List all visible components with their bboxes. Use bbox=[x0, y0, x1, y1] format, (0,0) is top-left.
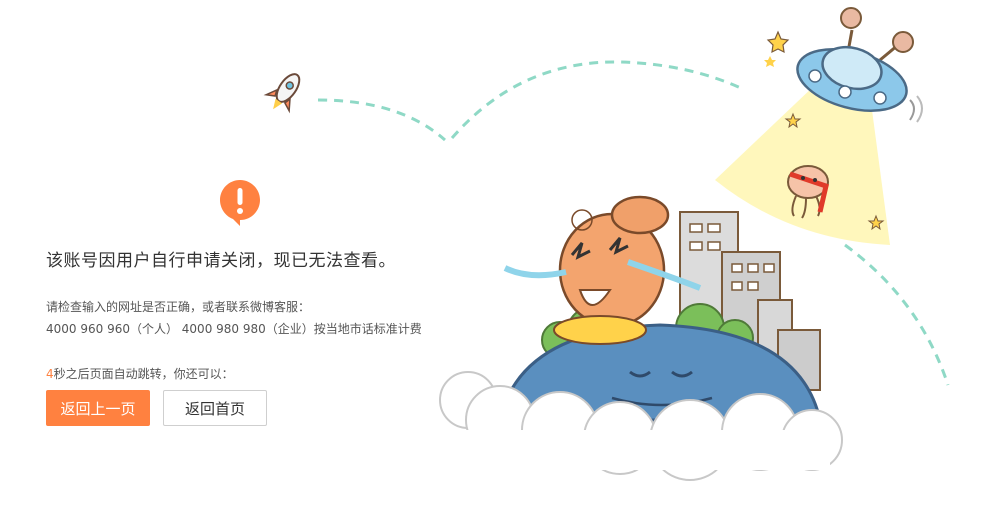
home-button[interactable]: 返回首页 bbox=[163, 390, 267, 426]
star-icon bbox=[764, 56, 776, 67]
star-icon bbox=[784, 112, 802, 129]
dashed-path-top bbox=[450, 60, 746, 139]
crying-mascot-icon bbox=[503, 195, 702, 345]
ufo-beam bbox=[715, 85, 890, 245]
planet-face bbox=[498, 323, 822, 422]
star-icon bbox=[867, 214, 885, 231]
back-button[interactable]: 返回上一页 bbox=[46, 390, 150, 426]
countdown-text: 秒之后页面自动跳转，你还可以： bbox=[53, 367, 234, 381]
help-text-line: 请检查输入的网址是否正确，或者联系微博客服： bbox=[46, 300, 311, 314]
dashed-path-right bbox=[844, 243, 950, 386]
help-text: 请检查输入的网址是否正确，或者联系微博客服： 4000 960 960（个人） … bbox=[46, 296, 422, 340]
page-title: 该账号因用户自行申请关闭，现已无法查看。 bbox=[46, 251, 396, 271]
rocket-icon bbox=[263, 73, 301, 114]
customer-service-numbers: 4000 960 960（个人） 4000 980 980（企业）按当地市话标准… bbox=[46, 322, 422, 336]
bushes bbox=[541, 303, 754, 359]
beamed-creature-icon bbox=[787, 165, 829, 219]
countdown-seconds: 4 bbox=[46, 367, 54, 381]
clouds bbox=[439, 371, 843, 481]
redirect-countdown: 4秒之后页面自动跳转，你还可以： bbox=[46, 365, 234, 382]
ufo-icon bbox=[796, 7, 923, 123]
error-page: 该账号因用户自行申请关闭，现已无法查看。 请检查输入的网址是否正确，或者联系微博… bbox=[0, 0, 1000, 510]
city-buildings bbox=[679, 211, 821, 391]
star-icon bbox=[766, 30, 790, 54]
exclamation-icon bbox=[220, 180, 260, 226]
dashed-path-left bbox=[317, 98, 446, 142]
